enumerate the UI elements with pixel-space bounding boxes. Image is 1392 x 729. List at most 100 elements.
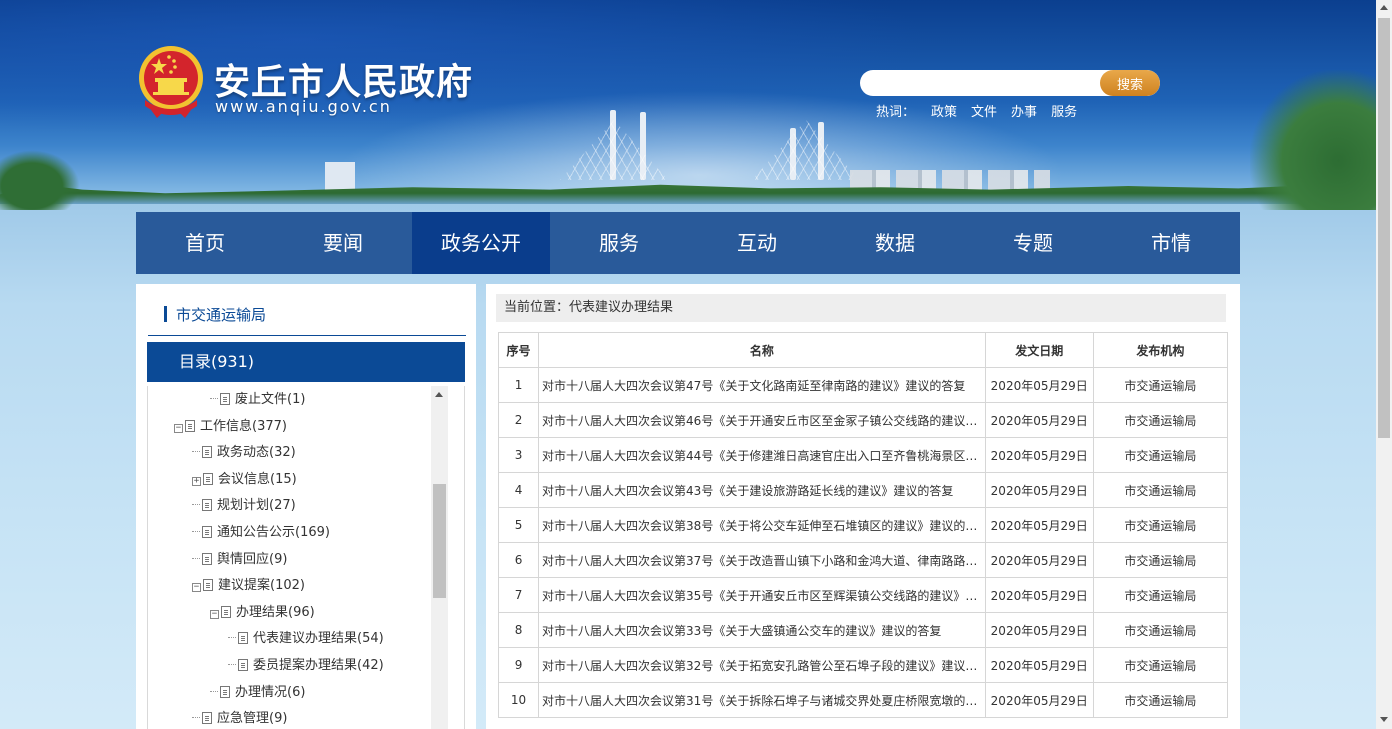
row-title-cell: 对市十八届人大四次会议第35号《关于开通安丘市区至辉渠镇公交线路的建议》… — [538, 577, 986, 613]
row-title-link[interactable]: 对市十八届人大四次会议第33号《关于大盛镇通公交车的建议》建议的答复 — [542, 624, 941, 638]
tree-item[interactable]: − 建议提案(102) — [192, 576, 305, 596]
tree-scrollbar[interactable] — [431, 386, 448, 729]
nav-item-interaction[interactable]: 互动 — [688, 212, 826, 274]
row-title-cell: 对市十八届人大四次会议第32号《关于拓宽安孔路管公至石埠子段的建议》建议… — [538, 647, 986, 683]
hotword-link[interactable]: 办事 — [1011, 101, 1037, 120]
row-date: 2020年05月29日 — [984, 367, 1094, 403]
row-title-link[interactable]: 对市十八届人大四次会议第31号《关于拆除石埠子与诸城交界处夏庄桥限宽墩的… — [542, 694, 977, 708]
dept-title-text: 市交通运输局 — [176, 306, 267, 324]
scroll-up-arrow-icon[interactable] — [435, 392, 443, 397]
row-index: 10 — [497, 682, 540, 718]
tree-item-label[interactable]: 政务动态(32) — [217, 445, 296, 460]
tree-item[interactable]: 代表建议办理结果(54) — [228, 629, 384, 649]
tree-item[interactable]: − 工作信息(377) — [174, 417, 287, 437]
search-input[interactable] — [860, 70, 1100, 96]
tree-item[interactable]: 废止文件(1) — [210, 390, 305, 410]
nav-item-home[interactable]: 首页 — [136, 212, 274, 274]
tree-item-label[interactable]: 工作信息(377) — [200, 419, 287, 434]
tree-scroll-thumb[interactable] — [433, 484, 446, 598]
document-icon — [220, 393, 230, 405]
tree-item-label[interactable]: 通知公告公示(169) — [217, 525, 330, 540]
table-row: 2 对市十八届人大四次会议第46号《关于开通安丘市区至金冢子镇公交线路的建议… 20… — [497, 402, 1229, 438]
nav-item-gov-affairs[interactable]: 政务公开 — [412, 212, 550, 274]
nav-item-city-info[interactable]: 市情 — [1102, 212, 1240, 274]
tree-item[interactable]: 规划计划(27) — [192, 496, 296, 516]
table-row: 9 对市十八届人大四次会议第32号《关于拓宽安孔路管公至石埠子段的建议》建议… 20… — [497, 647, 1229, 683]
nav-item-news[interactable]: 要闻 — [274, 212, 412, 274]
nav-item-services[interactable]: 服务 — [550, 212, 688, 274]
tree-item-label[interactable]: 代表建议办理结果(54) — [253, 631, 384, 646]
document-icon — [202, 526, 212, 538]
nav-item-data[interactable]: 数据 — [826, 212, 964, 274]
collapse-icon[interactable]: − — [192, 583, 201, 593]
page-scroll-down-icon[interactable] — [1380, 717, 1388, 722]
tree-item[interactable]: 委员提案办理结果(42) — [228, 656, 384, 676]
collapse-icon[interactable]: − — [210, 609, 219, 619]
row-title-link[interactable]: 对市十八届人大四次会议第35号《关于开通安丘市区至辉渠镇公交线路的建议》… — [542, 589, 977, 603]
page-scroll-up-icon[interactable] — [1380, 5, 1388, 10]
document-icon — [238, 659, 248, 671]
row-title-cell: 对市十八届人大四次会议第38号《关于将公交车延伸至石堆镇区的建议》建议的… — [538, 507, 986, 543]
tree-item[interactable]: 舆情回应(9) — [192, 550, 287, 570]
tree-item-label[interactable]: 建议提案(102) — [218, 578, 305, 593]
table-row: 10 对市十八届人大四次会议第31号《关于拆除石埠子与诸城交界处夏庄桥限宽墩的… 2… — [497, 682, 1229, 718]
row-date: 2020年05月29日 — [984, 682, 1094, 718]
tree-item-label[interactable]: 应急管理(9) — [217, 711, 287, 726]
row-date: 2020年05月29日 — [984, 402, 1094, 438]
row-publisher: 市交通运输局 — [1092, 612, 1229, 648]
document-icon — [220, 685, 230, 698]
national-emblem-icon — [139, 46, 203, 118]
tree-connector — [192, 504, 200, 506]
row-index: 4 — [497, 472, 540, 508]
search-box: 搜索 — [860, 70, 1160, 96]
collapse-icon[interactable]: − — [174, 423, 183, 433]
search-button[interactable]: 搜索 — [1100, 70, 1160, 96]
tree-item[interactable]: 通知公告公示(169) — [192, 523, 330, 543]
row-title-cell: 对市十八届人大四次会议第46号《关于开通安丘市区至金冢子镇公交线路的建议… — [538, 402, 986, 438]
row-date: 2020年05月29日 — [984, 542, 1094, 578]
tree-item[interactable]: 应急管理(9) — [192, 709, 287, 729]
row-title-cell: 对市十八届人大四次会议第37号《关于改造晋山镇下小路和金鸿大道、律南路路… — [538, 542, 986, 578]
col-header-date: 发文日期 — [984, 332, 1094, 368]
expand-icon[interactable]: + — [192, 476, 201, 486]
tree-connector — [192, 531, 200, 532]
tree-item[interactable]: 政务动态(32) — [192, 443, 296, 463]
row-title-link[interactable]: 对市十八届人大四次会议第46号《关于开通安丘市区至金冢子镇公交线路的建议… — [542, 414, 977, 428]
row-publisher: 市交通运输局 — [1092, 367, 1229, 403]
catalog-header[interactable]: 目录(931) — [147, 342, 465, 382]
document-table: 序号 名称 发文日期 发布机构 1 对市十八届人大四次会议第47号《关于文化路南延… — [497, 332, 1229, 718]
tree-item-label[interactable]: 委员提案办理结果(42) — [253, 658, 384, 673]
tree-item-label[interactable]: 废止文件(1) — [235, 392, 305, 407]
page-scrollbar[interactable] — [1376, 0, 1392, 729]
row-title-link[interactable]: 对市十八届人大四次会议第32号《关于拓宽安孔路管公至石埠子段的建议》建议… — [542, 659, 977, 673]
document-icon — [238, 632, 248, 645]
tree-item-label[interactable]: 舆情回应(9) — [217, 552, 287, 567]
row-title-link[interactable]: 对市十八届人大四次会议第38号《关于将公交车延伸至石堆镇区的建议》建议的… — [542, 519, 977, 533]
row-publisher: 市交通运输局 — [1092, 542, 1229, 578]
row-title-cell: 对市十八届人大四次会议第43号《关于建设旅游路延长线的建议》建议的答复 — [538, 472, 986, 508]
table-row: 8 对市十八届人大四次会议第33号《关于大盛镇通公交车的建议》建议的答复 2020年… — [497, 612, 1229, 648]
nav-item-topics[interactable]: 专题 — [964, 212, 1102, 274]
row-publisher: 市交通运输局 — [1092, 682, 1229, 718]
hotword-link[interactable]: 服务 — [1051, 101, 1077, 120]
hotword-link[interactable]: 政策 — [931, 101, 957, 120]
row-index: 9 — [497, 647, 540, 683]
hotword-link[interactable]: 文件 — [971, 101, 997, 120]
tree-item[interactable]: + 会议信息(15) — [192, 470, 297, 490]
tree-item[interactable]: − 办理结果(96) — [210, 603, 315, 623]
breadcrumb-current: 代表建议办理结果 — [569, 300, 674, 315]
row-title-link[interactable]: 对市十八届人大四次会议第43号《关于建设旅游路延长线的建议》建议的答复 — [542, 484, 953, 498]
tree-item-label[interactable]: 会议信息(15) — [218, 472, 297, 487]
document-icon — [202, 499, 212, 512]
row-title-link[interactable]: 对市十八届人大四次会议第37号《关于改造晋山镇下小路和金鸿大道、律南路路… — [542, 554, 977, 568]
row-date: 2020年05月29日 — [984, 612, 1094, 648]
tree-item-label[interactable]: 规划计划(27) — [217, 498, 296, 513]
tree-item-label[interactable]: 办理结果(96) — [236, 605, 315, 620]
row-title-link[interactable]: 对市十八届人大四次会议第47号《关于文化路南延至律南路的建议》建议的答复 — [542, 379, 965, 393]
row-title-link[interactable]: 对市十八届人大四次会议第44号《关于修建潍日高速官庄出入口至齐鲁桃海景区… — [542, 449, 977, 463]
tree-item[interactable]: 办理情况(6) — [210, 683, 305, 703]
tree-item-label[interactable]: 办理情况(6) — [235, 685, 305, 700]
col-header-name: 名称 — [538, 332, 986, 368]
page-scroll-thumb[interactable] — [1378, 18, 1390, 438]
dept-title: 市交通运输局 — [148, 300, 466, 336]
